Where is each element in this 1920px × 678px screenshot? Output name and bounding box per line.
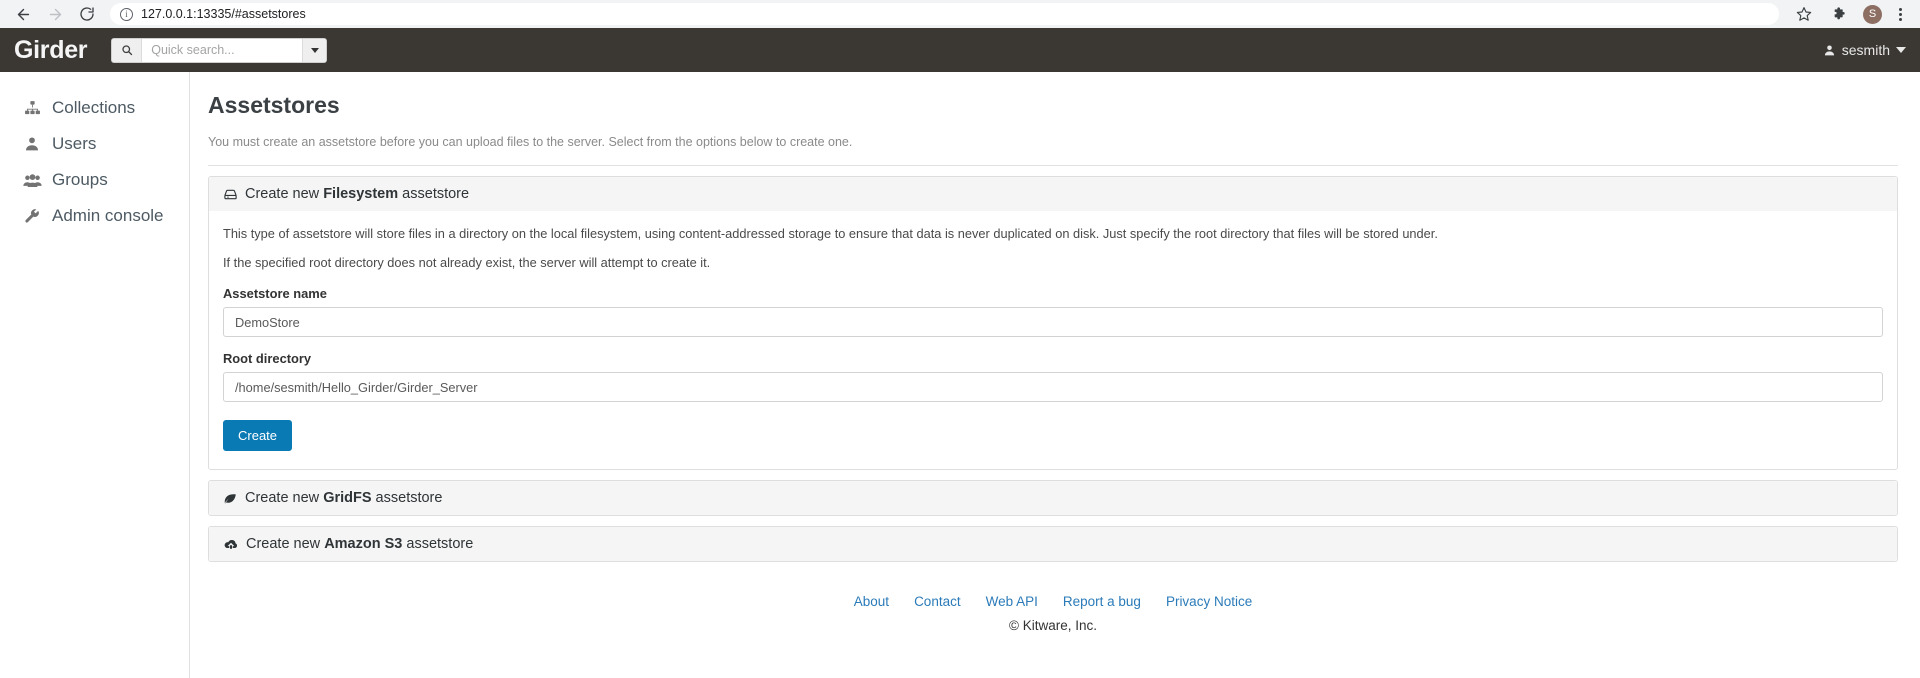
user-menu[interactable]: sesmith [1823, 42, 1906, 58]
url-text: 127.0.0.1:13335/#assetstores [141, 7, 306, 21]
back-button[interactable] [10, 1, 36, 27]
girder-logo[interactable]: Girder [14, 37, 88, 63]
hard-drive-icon [223, 187, 238, 202]
panel-body-filesystem: This type of assetstore will store files… [209, 211, 1897, 469]
profile-avatar[interactable]: S [1863, 4, 1882, 24]
footer-link-about[interactable]: About [854, 594, 889, 609]
assetstore-panel-gridfs: Create new GridFS assetstore [208, 480, 1898, 517]
assetstore-panel-filesystem: Create new Filesystem assetstore This ty… [208, 176, 1898, 471]
sidebar: Collections Users Groups Admin console [0, 72, 190, 678]
extensions-puzzle-icon[interactable] [1827, 1, 1853, 27]
sidebar-item-label: Users [52, 134, 97, 153]
sidebar-item-label: Collections [52, 98, 136, 117]
wrench-icon [22, 208, 42, 224]
search-icon[interactable] [112, 38, 143, 62]
assetstore-name-label: Assetstore name [223, 286, 327, 302]
user-icon [1823, 44, 1836, 57]
chevron-down-icon [310, 47, 319, 53]
browser-toolbar: i 127.0.0.1:13335/#assetstores S [0, 0, 1920, 28]
divider [208, 165, 1898, 166]
sidebar-item-collections[interactable]: Collections [0, 90, 189, 126]
search-input[interactable]: Quick search... [142, 38, 303, 62]
root-directory-input[interactable] [223, 372, 1883, 403]
panel-header-gridfs[interactable]: Create new GridFS assetstore [209, 481, 1897, 516]
bookmark-star-icon[interactable] [1791, 1, 1817, 27]
sidebar-item-label: Groups [52, 170, 108, 189]
browser-actions: S [1791, 1, 1910, 27]
sidebar-item-label: Admin console [52, 206, 164, 225]
page-title: Assetstores [208, 92, 340, 118]
chevron-down-icon [1896, 47, 1906, 53]
user-name: sesmith [1841, 42, 1890, 58]
footer-link-contact[interactable]: Contact [914, 594, 961, 609]
site-info-icon[interactable]: i [120, 7, 133, 21]
main-content: Assetstores You must create an assetstor… [190, 72, 1920, 678]
sidebar-item-users[interactable]: Users [0, 126, 189, 162]
girder-navbar: Girder Quick search... sesmith [0, 28, 1920, 72]
search-mode-dropdown[interactable] [302, 38, 327, 62]
assetstore-name-input[interactable] [223, 307, 1883, 338]
footer: About Contact Web API Report a bug Priva… [208, 572, 1898, 633]
reload-button[interactable] [74, 1, 100, 27]
sidebar-item-groups[interactable]: Groups [0, 162, 189, 198]
footer-link-privacy-notice[interactable]: Privacy Notice [1166, 594, 1252, 609]
sitemap-icon [22, 100, 42, 117]
address-bar[interactable]: i 127.0.0.1:13335/#assetstores [110, 3, 1779, 25]
page-body: Collections Users Groups Admin console A… [0, 72, 1920, 678]
panel-title: Create new Amazon S3 assetstore [246, 536, 474, 553]
browser-menu-icon[interactable] [1892, 7, 1908, 21]
panel-header-amazon-s3[interactable]: Create new Amazon S3 assetstore [209, 527, 1897, 562]
quick-search[interactable]: Quick search... [111, 37, 328, 63]
cloud-upload-icon [223, 537, 239, 552]
assetstore-panel-amazon-s3: Create new Amazon S3 assetstore [208, 526, 1898, 563]
panel-title: Create new GridFS assetstore [245, 490, 443, 507]
forward-button[interactable] [42, 1, 68, 27]
footer-link-web-api[interactable]: Web API [986, 594, 1038, 609]
user-icon [22, 136, 42, 152]
footer-links: About Contact Web API Report a bug Priva… [208, 594, 1898, 609]
sidebar-item-admin-console[interactable]: Admin console [0, 198, 189, 234]
leaf-icon [223, 491, 238, 506]
panel-title: Create new Filesystem assetstore [245, 186, 470, 202]
copyright-text: © Kitware, Inc. [1009, 618, 1097, 634]
panel-paragraph: If the specified root directory does not… [223, 254, 711, 270]
panel-paragraph: This type of assetstore will store files… [223, 226, 1438, 241]
page-subtitle: You must create an assetstore before you… [208, 135, 853, 149]
root-directory-label: Root directory [223, 351, 312, 367]
users-icon [22, 172, 42, 189]
panel-header-filesystem[interactable]: Create new Filesystem assetstore [209, 177, 1897, 211]
create-button[interactable]: Create [223, 420, 293, 452]
footer-link-report-a-bug[interactable]: Report a bug [1063, 594, 1141, 609]
